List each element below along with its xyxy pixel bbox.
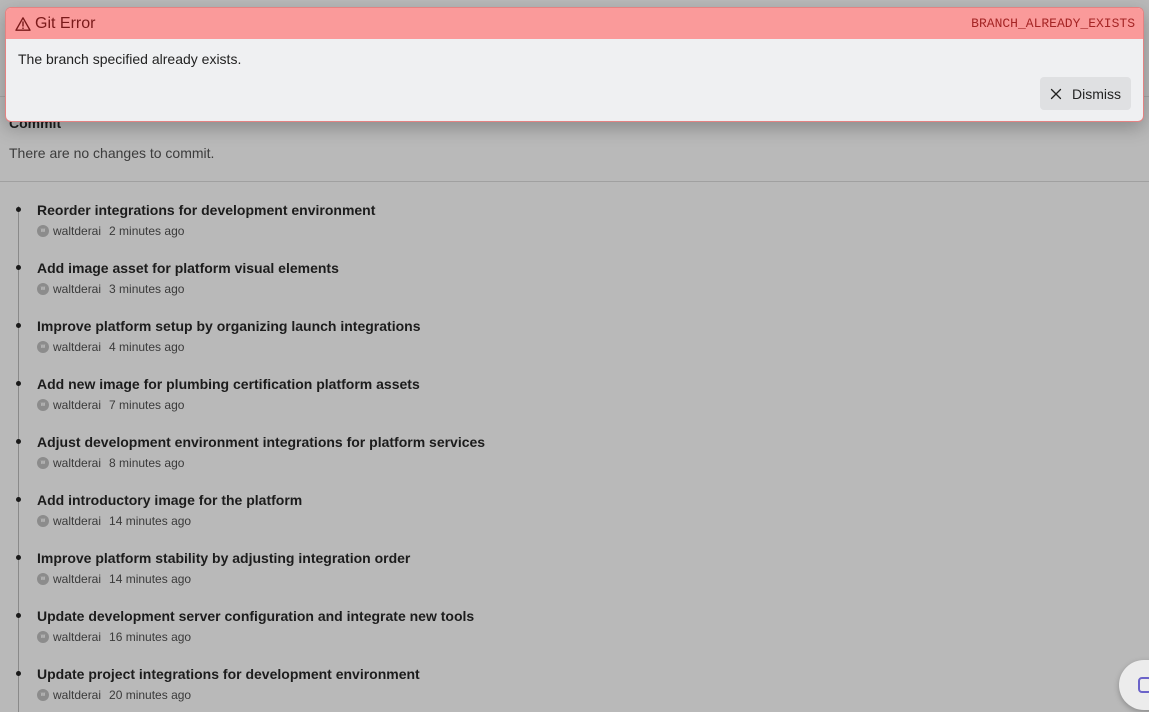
- user-avatar-icon: w: [37, 457, 49, 469]
- user-avatar-icon: w: [37, 283, 49, 295]
- commit-list-item[interactable]: Reorder integrations for development env…: [0, 199, 1149, 257]
- commit-author: waltderai: [53, 282, 102, 296]
- commit-message: Add new image for plumbing certification…: [37, 376, 420, 392]
- timeline-dot: [16, 323, 21, 328]
- commit-list-item[interactable]: Add new image for plumbing certification…: [0, 373, 1149, 431]
- commit-list-item[interactable]: Add introductory image for the platform w…: [0, 489, 1149, 547]
- timeline-dot: [16, 497, 21, 502]
- commit-meta: w waltderai 14 minutes ago: [37, 513, 1149, 529]
- commit-time: 3 minutes ago: [109, 282, 185, 296]
- commit-author: waltderai: [53, 688, 102, 702]
- commit-time: 8 minutes ago: [109, 456, 185, 470]
- commit-message: Update development server configuration …: [37, 608, 475, 624]
- section-divider: [0, 181, 1149, 182]
- user-avatar-icon: w: [37, 573, 49, 585]
- timeline-dot: [16, 613, 21, 618]
- commit-history-list: Reorder integrations for development env…: [0, 199, 1149, 712]
- timeline-dot: [16, 381, 21, 386]
- timeline-dot: [16, 265, 21, 270]
- user-avatar-icon: w: [37, 399, 49, 411]
- commit-message: Adjust development environment integrati…: [37, 434, 486, 450]
- commit-time: 20 minutes ago: [109, 688, 192, 702]
- assistant-icon: [1138, 677, 1149, 693]
- warning-triangle-icon: [15, 16, 31, 31]
- commit-author: waltderai: [53, 630, 102, 644]
- commit-message: Add introductory image for the platform: [37, 492, 303, 508]
- commit-list-item[interactable]: Update development server configuration …: [0, 605, 1149, 663]
- commit-time: 14 minutes ago: [109, 514, 192, 528]
- commit-message: Update project integrations for developm…: [37, 666, 420, 682]
- user-avatar-icon: w: [37, 515, 49, 527]
- commit-empty-message: There are no changes to commit.: [9, 145, 215, 161]
- commit-meta: w waltderai 7 minutes ago: [37, 397, 1149, 413]
- commit-time: 14 minutes ago: [109, 572, 192, 586]
- close-icon: [1050, 88, 1062, 99]
- commit-message: Reorder integrations for development env…: [37, 202, 376, 218]
- commit-meta: w waltderai 20 minutes ago: [37, 687, 1149, 703]
- commit-meta: w waltderai 8 minutes ago: [37, 455, 1149, 471]
- timeline-dot: [16, 207, 21, 212]
- commit-message: Improve platform setup by organizing lau…: [37, 318, 421, 334]
- toast-title-group: Git Error: [15, 15, 95, 33]
- commit-meta: w waltderai 3 minutes ago: [37, 281, 1149, 297]
- dismiss-button[interactable]: Dismiss: [1040, 77, 1131, 110]
- user-avatar-icon: w: [37, 689, 49, 701]
- commit-message: Improve platform stability by adjusting …: [37, 550, 411, 566]
- git-error-toast: Git Error BRANCH_ALREADY_EXISTS The bran…: [5, 7, 1144, 122]
- commit-list-item[interactable]: Improve platform stability by adjusting …: [0, 547, 1149, 605]
- commit-time: 7 minutes ago: [109, 398, 185, 412]
- commit-list-item[interactable]: Update project integrations for developm…: [0, 663, 1149, 712]
- commit-meta: w waltderai 16 minutes ago: [37, 629, 1149, 645]
- commit-meta: w waltderai 2 minutes ago: [37, 223, 1149, 239]
- commit-author: waltderai: [53, 224, 102, 238]
- dismiss-label: Dismiss: [1072, 85, 1121, 102]
- commit-author: waltderai: [53, 340, 102, 354]
- commit-meta: w waltderai 4 minutes ago: [37, 339, 1149, 355]
- timeline-dot: [16, 671, 21, 676]
- git-panel: Commit There are no changes to commit. R…: [0, 0, 1149, 712]
- timeline-dot: [16, 439, 21, 444]
- toast-header: Git Error BRANCH_ALREADY_EXISTS: [6, 8, 1143, 39]
- toast-title: Git Error: [35, 14, 96, 32]
- error-code: BRANCH_ALREADY_EXISTS: [971, 16, 1135, 31]
- commit-message: Add image asset for platform visual elem…: [37, 260, 339, 276]
- commit-list-item[interactable]: Add image asset for platform visual elem…: [0, 257, 1149, 315]
- commit-author: waltderai: [53, 572, 102, 586]
- user-avatar-icon: w: [37, 341, 49, 353]
- commit-list-item[interactable]: Improve platform setup by organizing lau…: [0, 315, 1149, 373]
- toast-message: The branch specified already exists.: [18, 51, 242, 67]
- commit-author: waltderai: [53, 456, 102, 470]
- commit-meta: w waltderai 14 minutes ago: [37, 571, 1149, 587]
- timeline-dot: [16, 555, 21, 560]
- commit-time: 16 minutes ago: [109, 630, 192, 644]
- user-avatar-icon: w: [37, 631, 49, 643]
- commit-time: 4 minutes ago: [109, 340, 185, 354]
- commit-author: waltderai: [53, 514, 102, 528]
- commit-time: 2 minutes ago: [109, 224, 185, 238]
- user-avatar-icon: w: [37, 225, 49, 237]
- commit-list-item[interactable]: Adjust development environment integrati…: [0, 431, 1149, 489]
- commit-author: waltderai: [53, 398, 102, 412]
